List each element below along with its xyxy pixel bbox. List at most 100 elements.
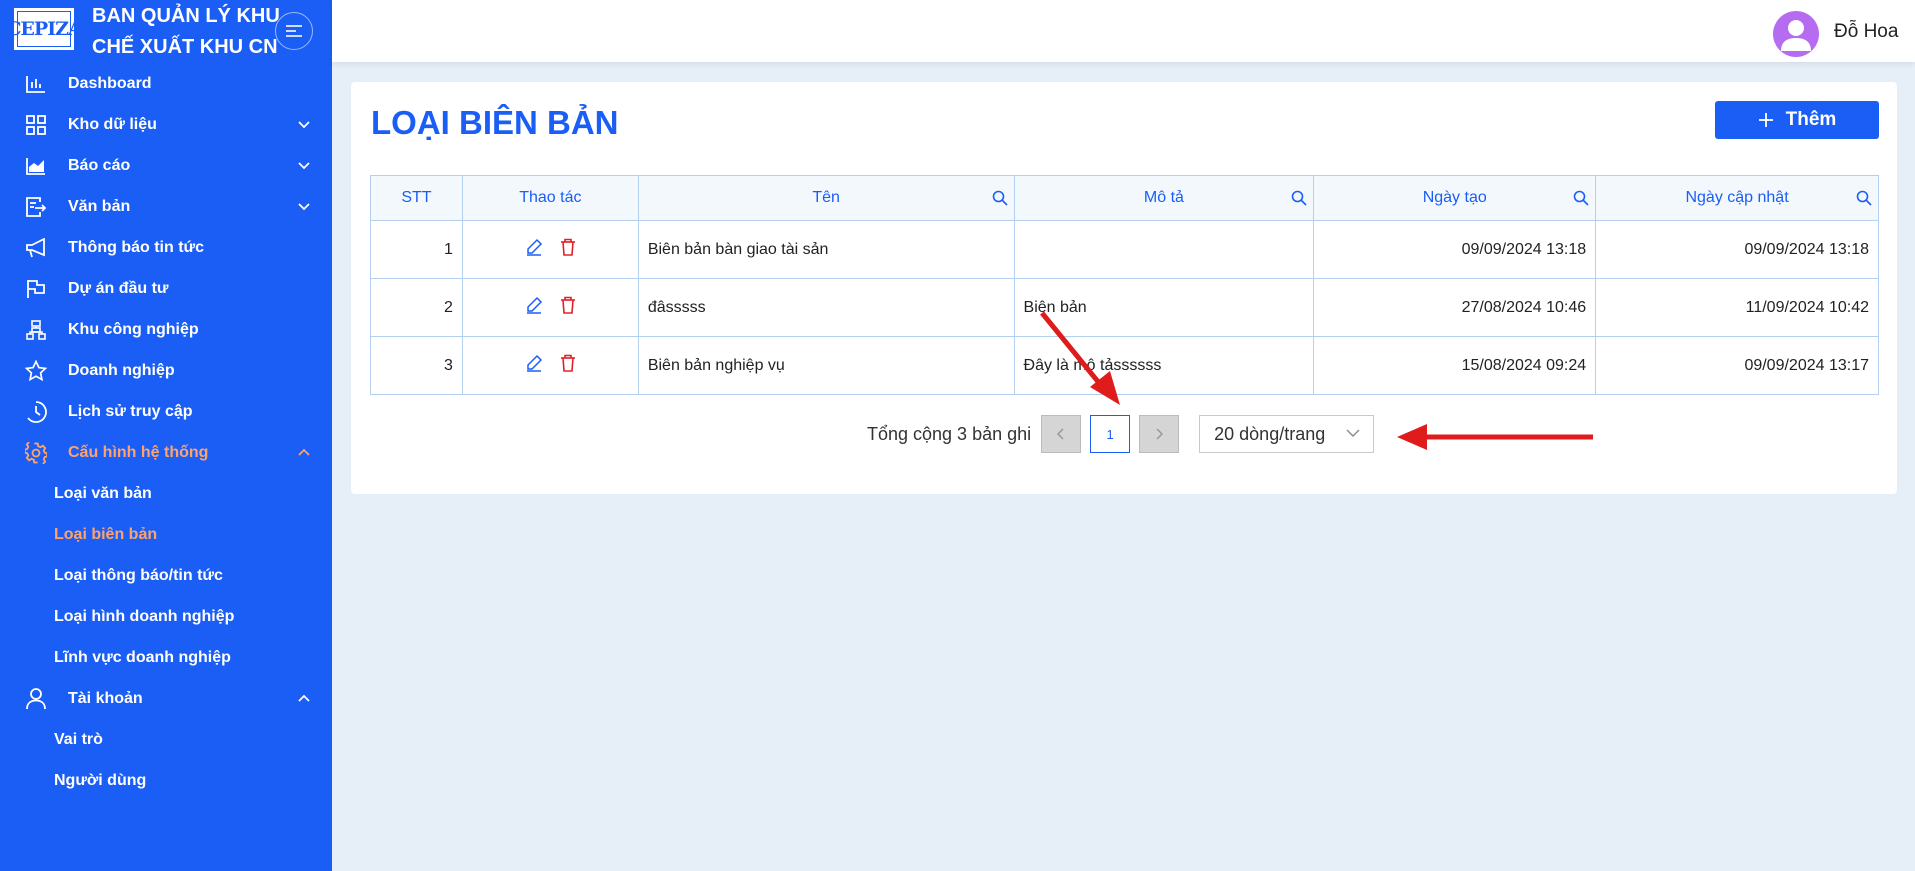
- sidebar-item-dashboard[interactable]: Dashboard: [0, 63, 332, 104]
- cell-ngay-tao: 15/08/2024 09:24: [1313, 336, 1597, 395]
- chevron-up-icon: [298, 694, 310, 702]
- chevron-down-icon: [1346, 429, 1360, 437]
- sidebar-item-bao-cao[interactable]: Báo cáo: [0, 145, 332, 186]
- brand: CEPIZA BAN QUẢN LÝ KHU CHẾ XUẤT KHU CN: [0, 0, 332, 62]
- cell-stt: 3: [370, 336, 463, 395]
- history-icon: [24, 401, 48, 423]
- sidebar-item-label: Văn bản: [68, 197, 131, 215]
- cell-ten: đâsssss: [637, 278, 1015, 337]
- org-name-line1: BAN QUẢN LÝ KHU: [92, 5, 280, 27]
- pagination: Tổng cộng 3 bản ghi 1 20 dòng/trang: [867, 414, 1375, 454]
- page-size-value: 20 dòng/trang: [1214, 423, 1326, 444]
- sidebar-subitem-nguoi-dung[interactable]: Người dùng: [0, 760, 332, 801]
- edit-icon[interactable]: [525, 238, 543, 261]
- sidebar-item-label: Dự án đầu tư: [68, 279, 169, 297]
- bar-chart-icon: [24, 73, 48, 95]
- search-icon[interactable]: [1291, 190, 1307, 206]
- cell-ngay-cap-nhat: 11/09/2024 10:42: [1595, 278, 1879, 337]
- cell-mo-ta: Đây là mô tảssssss: [1013, 336, 1315, 395]
- edit-icon[interactable]: [525, 296, 543, 319]
- sidebar-item-label: Doanh nghiệp: [68, 361, 175, 379]
- chevron-left-icon: [1057, 428, 1064, 440]
- cell-ten: Biên bản bàn giao tài sản: [637, 220, 1015, 279]
- page-number-button[interactable]: 1: [1090, 415, 1131, 453]
- total-records: Tổng cộng 3 bản ghi: [867, 423, 1032, 444]
- user-name[interactable]: Đỗ Hoa: [1834, 21, 1898, 43]
- edit-icon[interactable]: [525, 354, 543, 377]
- sidebar-item-khu-cong-nghiep[interactable]: Khu công nghiệp: [0, 309, 332, 350]
- chevron-down-icon: [298, 162, 310, 170]
- sidebar-subitem-linh-vuc-doanh-nghiep[interactable]: Lĩnh vực doanh nghiệp: [0, 637, 332, 678]
- cell-ngay-tao: 27/08/2024 10:46: [1313, 278, 1597, 337]
- top-bar: Đỗ Hoa: [332, 0, 1915, 62]
- menu-collapse-icon: [286, 25, 302, 37]
- search-icon[interactable]: [1573, 190, 1589, 206]
- next-page-button[interactable]: [1139, 415, 1180, 453]
- org-name-line2: CHẾ XUẤT KHU CN: [92, 36, 278, 58]
- table-row: 1 Biên bản bàn giao tài sản 09/09/2024 1…: [370, 220, 1879, 279]
- org-name: BAN QUẢN LÝ KHU CHẾ XUẤT KHU CN: [92, 1, 280, 63]
- area-chart-icon: [24, 155, 48, 177]
- sidebar-item-label: Dashboard: [68, 74, 152, 92]
- cell-mo-ta: Biên bản: [1013, 278, 1315, 337]
- cell-mo-ta: [1013, 220, 1315, 279]
- cell-ngay-tao: 09/09/2024 13:18: [1313, 220, 1597, 279]
- sidebar-subitem-loai-bien-ban[interactable]: Loại biên bản: [0, 514, 332, 555]
- sidebar-menu: Dashboard Kho dữ liệu Báo cáo Văn bản Th…: [0, 63, 332, 801]
- sidebar-item-thong-bao-tin-tuc[interactable]: Thông báo tin tức: [0, 227, 332, 268]
- plus-icon: [1758, 113, 1773, 127]
- delete-icon[interactable]: [560, 296, 576, 319]
- sidebar-item-lich-su-truy-cap[interactable]: Lịch sử truy cập: [0, 391, 332, 432]
- delete-icon[interactable]: [560, 238, 576, 261]
- prev-page-button[interactable]: [1041, 415, 1082, 453]
- chevron-down-icon: [298, 121, 310, 129]
- page-title: LOẠI BIÊN BẢN: [371, 104, 619, 141]
- col-header-label: Ngày tạo: [1422, 189, 1487, 206]
- sidebar-item-label: Báo cáo: [68, 156, 131, 174]
- sidebar-item-label: Kho dữ liệu: [68, 115, 157, 133]
- search-icon[interactable]: [992, 190, 1008, 206]
- table-header-row: STT Thao tác Tên Mô tả Ngày tạo Ngày cập…: [370, 175, 1879, 221]
- sidebar-item-cau-hinh-he-thong[interactable]: Cấu hình hệ thống: [0, 432, 332, 473]
- cell-stt: 1: [370, 220, 463, 279]
- col-header-ten: Tên: [637, 175, 1015, 221]
- cell-ngay-cap-nhat: 09/09/2024 13:17: [1595, 336, 1879, 395]
- data-table: STT Thao tác Tên Mô tả Ngày tạo Ngày cập…: [370, 175, 1879, 395]
- cell-actions: [461, 220, 639, 279]
- sidebar-item-label: Khu công nghiệp: [68, 320, 199, 338]
- sidebar-item-kho-du-lieu[interactable]: Kho dữ liệu: [0, 104, 332, 145]
- sidebar-item-tai-khoan[interactable]: Tài khoản: [0, 678, 332, 719]
- document-icon: [24, 196, 48, 218]
- sidebar-subitem-vai-tro[interactable]: Vai trò: [0, 719, 332, 760]
- col-header-label: Tên: [812, 189, 840, 206]
- sidebar-item-du-an-dau-tu[interactable]: Dự án đầu tư: [0, 268, 332, 309]
- cepiza-logo: CEPIZA: [6, 8, 83, 50]
- sidebar: CEPIZA BAN QUẢN LÝ KHU CHẾ XUẤT KHU CN D…: [0, 0, 332, 871]
- page-size-select[interactable]: 20 dòng/trang: [1199, 415, 1375, 453]
- sidebar-subitem-loai-thong-bao-tin-tuc[interactable]: Loại thông báo/tin tức: [0, 555, 332, 596]
- add-button-label: Thêm: [1785, 109, 1837, 130]
- cell-actions: [461, 278, 639, 337]
- cell-ngay-cap-nhat: 09/09/2024 13:18: [1595, 220, 1879, 279]
- chevron-right-icon: [1156, 428, 1164, 440]
- user-avatar-icon: [1781, 20, 1811, 51]
- col-header-label: Ngày cập nhật: [1685, 189, 1789, 206]
- gear-icon: [24, 442, 48, 464]
- megaphone-icon: [24, 237, 48, 259]
- add-button[interactable]: Thêm: [1715, 101, 1879, 139]
- sidebar-item-doanh-nghiep[interactable]: Doanh nghiệp: [0, 350, 332, 391]
- col-header-ngay-tao: Ngày tạo: [1313, 175, 1597, 221]
- sidebar-item-label: Tài khoản: [68, 689, 143, 707]
- col-header-label: Mô tả: [1143, 189, 1184, 206]
- search-icon[interactable]: [1856, 190, 1872, 206]
- avatar[interactable]: [1773, 11, 1819, 57]
- sidebar-subitem-loai-van-ban[interactable]: Loại văn bản: [0, 473, 332, 514]
- table-row: 2 đâsssss Biên bản 27/08/2024 10:46 11/0…: [370, 278, 1879, 337]
- delete-icon[interactable]: [560, 354, 576, 377]
- sidebar-subitem-loai-hinh-doanh-nghiep[interactable]: Loại hình doanh nghiệp: [0, 596, 332, 637]
- table-row: 3 Biên bản nghiệp vụ Đây là mô tảssssss …: [370, 336, 1879, 395]
- col-header-stt: STT: [370, 175, 463, 221]
- sidebar-toggle-button[interactable]: [275, 12, 313, 50]
- cell-actions: [461, 336, 639, 395]
- sidebar-item-van-ban[interactable]: Văn bản: [0, 186, 332, 227]
